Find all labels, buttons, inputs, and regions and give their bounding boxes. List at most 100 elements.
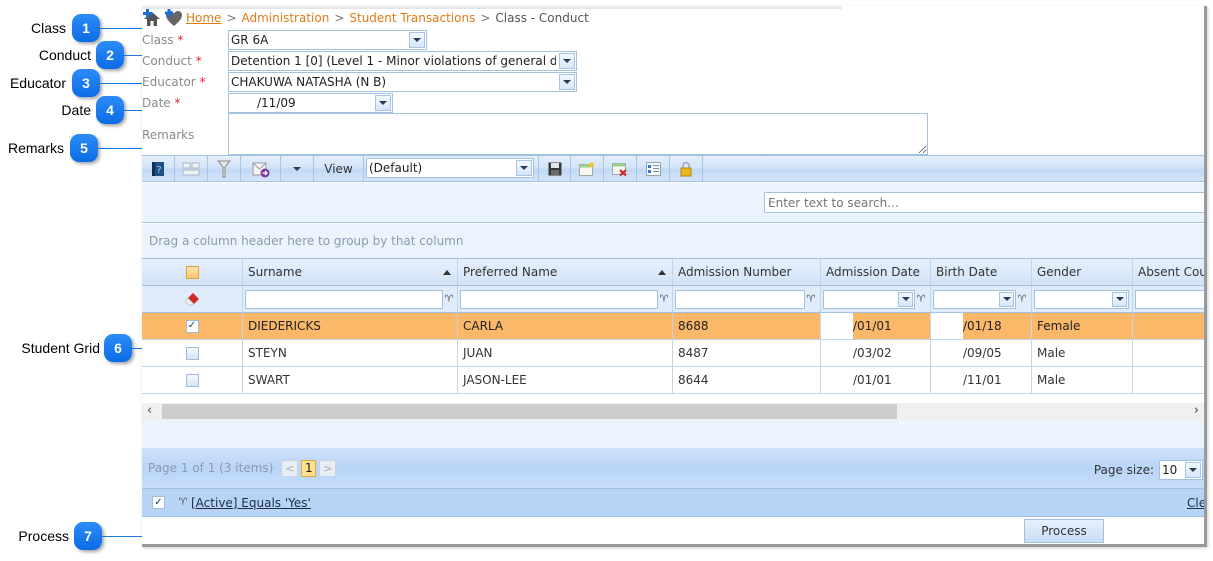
filter-cell-surname: ♈: [243, 286, 458, 312]
conduct-select[interactable]: Detention 1 [0] (Level 1 - Minor violati…: [228, 51, 577, 71]
filter-options-icon[interactable]: ♈: [1016, 294, 1028, 305]
filter-options-icon[interactable]: ♈: [805, 294, 817, 305]
chevron-down-icon[interactable]: [898, 291, 913, 307]
svg-text:?: ?: [156, 165, 161, 176]
select-all-cell[interactable]: [142, 259, 243, 285]
callout-badge: 4: [96, 96, 124, 124]
chevron-down-icon[interactable]: [409, 32, 425, 48]
class-value: GR 6A: [231, 33, 269, 47]
breadcrumb-home-link[interactable]: Home: [186, 11, 221, 25]
filter-options-icon[interactable]: ♈: [443, 294, 455, 305]
row-checkbox[interactable]: ✓: [185, 319, 199, 333]
layout-list-button[interactable]: [637, 156, 670, 181]
column-header-birth-date[interactable]: Birth Date: [931, 259, 1032, 285]
chevron-down-icon[interactable]: [1185, 462, 1201, 478]
breadcrumb-student-transactions-link[interactable]: Student Transactions: [349, 11, 475, 25]
export-dropdown-button[interactable]: [281, 156, 314, 181]
chevron-down-icon[interactable]: [375, 95, 391, 111]
row-select-cell[interactable]: ✓: [142, 313, 243, 339]
pager-page-1[interactable]: 1: [301, 459, 317, 477]
process-button[interactable]: Process: [1024, 519, 1104, 543]
eraser-icon[interactable]: [184, 292, 200, 306]
filter-options-icon[interactable]: ♈: [658, 294, 670, 305]
pager-next-button[interactable]: >: [319, 459, 337, 477]
column-header-preferred-name[interactable]: Preferred Name: [458, 259, 673, 285]
column-header-admission-date[interactable]: Admission Date: [821, 259, 931, 285]
clear-filter-link[interactable]: Clear: [1187, 496, 1204, 510]
table-row[interactable]: ✓ DIEDERICKS CARLA 8688 /01/01 /01/18 Fe…: [142, 313, 1204, 340]
class-row: Class *: [142, 30, 228, 50]
chevron-down-icon[interactable]: [559, 74, 575, 90]
table-row[interactable]: SWART JASON-LEE 8644 /01/01 /11/01 Male: [142, 367, 1204, 394]
view-select[interactable]: (Default): [366, 158, 534, 178]
column-header-surname[interactable]: Surname: [243, 259, 458, 285]
column-chooser-button[interactable]: [175, 156, 208, 181]
callout-date: Date 4: [0, 96, 142, 124]
grid-search-input[interactable]: [764, 192, 1204, 213]
admission-date-value: /01/01: [853, 373, 892, 387]
column-header-gender[interactable]: Gender: [1032, 259, 1133, 285]
filter-cell-gender: [1032, 286, 1133, 312]
row-select-cell[interactable]: [142, 367, 243, 393]
clear-filter-cell[interactable]: [142, 286, 243, 312]
preferred-name-cell: JASON-LEE: [458, 367, 673, 393]
breadcrumb-administration-link[interactable]: Administration: [242, 11, 330, 25]
filter-enabled-checkbox[interactable]: ✓: [152, 496, 165, 509]
scrollbar-thumb[interactable]: [162, 404, 897, 419]
educator-row: Educator *: [142, 72, 228, 92]
surname-filter-input[interactable]: [245, 289, 443, 309]
filter-options-icon[interactable]: ♈: [915, 294, 927, 305]
scroll-left-icon[interactable]: ‹: [147, 403, 152, 418]
gender-cell: Male: [1032, 340, 1133, 366]
export-button[interactable]: [241, 156, 281, 181]
chevron-down-icon[interactable]: [559, 53, 575, 69]
delete-layout-button[interactable]: [604, 156, 637, 181]
callout-line: [98, 148, 142, 149]
help-button[interactable]: ?: [142, 156, 175, 181]
new-layout-button[interactable]: [571, 156, 604, 181]
callout-educator: Educator 3: [0, 69, 142, 97]
filter-icon: ♈: [178, 497, 188, 508]
absent-count-filter-input[interactable]: [1135, 289, 1204, 309]
class-select[interactable]: GR 6A: [228, 30, 427, 50]
row-select-cell[interactable]: [142, 340, 243, 366]
chevron-down-icon[interactable]: [999, 291, 1014, 307]
save-layout-button[interactable]: [538, 156, 571, 181]
column-header-label: Admission Number: [678, 265, 792, 279]
chevron-down-icon[interactable]: [516, 160, 532, 176]
select-all-checkbox[interactable]: [185, 265, 199, 279]
remarks-textarea[interactable]: [228, 113, 928, 155]
column-header-label: Admission Date: [826, 265, 920, 279]
required-marker: *: [177, 33, 184, 47]
surname-cell: SWART: [243, 367, 458, 393]
redacted-block: [821, 313, 853, 339]
admission-number-filter-input[interactable]: [675, 289, 805, 309]
pager-prev-button[interactable]: <: [281, 459, 299, 477]
date-label: Date *: [142, 96, 228, 110]
add-favorite-icon[interactable]: [164, 9, 184, 27]
row-checkbox[interactable]: [185, 346, 199, 360]
preferred-name-filter-input[interactable]: [460, 289, 658, 309]
column-header-absent-count[interactable]: Absent Cou: [1133, 259, 1204, 285]
gender-filter-select[interactable]: [1034, 289, 1129, 309]
breadcrumb: Home > Administration > Student Transact…: [142, 9, 589, 27]
callout-label: Process: [18, 528, 69, 544]
page-size-select[interactable]: 10: [1159, 460, 1203, 480]
educator-select[interactable]: CHAKUWA NATASHA (N B): [228, 72, 577, 92]
column-header-admission-number[interactable]: Admission Number: [673, 259, 821, 285]
date-picker[interactable]: /11/09: [228, 93, 393, 113]
conduct-label: Conduct *: [142, 54, 228, 68]
lock-button[interactable]: [670, 156, 703, 181]
filter-button[interactable]: [208, 156, 241, 181]
admission-date-filter-input[interactable]: [823, 289, 915, 309]
filter-expression-link[interactable]: [Active] Equals 'Yes': [191, 496, 311, 510]
scroll-right-icon[interactable]: ›: [1194, 403, 1199, 418]
chevron-down-icon[interactable]: [1112, 291, 1127, 307]
birth-date-filter-input[interactable]: [933, 289, 1016, 309]
delete-layout-icon: [612, 162, 627, 176]
horizontal-scrollbar[interactable]: ‹ ›: [142, 403, 1204, 420]
birth-date-cell: /09/05: [931, 340, 1032, 366]
add-home-icon[interactable]: [142, 9, 164, 27]
row-checkbox[interactable]: [185, 373, 199, 387]
table-row[interactable]: STEYN JUAN 8487 /03/02 /09/05 Male: [142, 340, 1204, 367]
